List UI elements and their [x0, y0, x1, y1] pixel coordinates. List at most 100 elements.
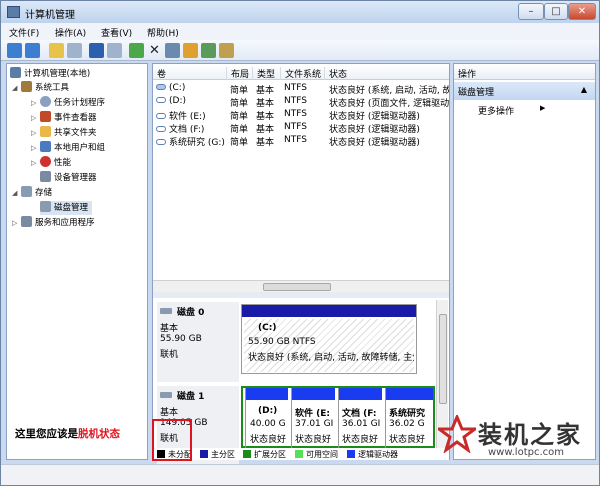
pane-splitter[interactable] [153, 292, 449, 298]
logical-drive-bar [339, 388, 382, 400]
tree-storage[interactable]: 存储 [21, 186, 52, 200]
horizontal-scrollbar[interactable] [153, 280, 449, 292]
device-manager-icon [40, 171, 51, 182]
tree-shared-folders[interactable]: 共享文件夹 [40, 126, 97, 140]
close-button[interactable]: ✕ [568, 3, 596, 20]
volume-row[interactable]: 系统研究 (G:) 简单 基本 NTFS 状态良好 (逻辑驱动器) [153, 134, 449, 148]
volume-row[interactable]: 软件 (E:) 简单 基本 NTFS 状态良好 (逻辑驱动器) [153, 108, 449, 122]
volume-row[interactable]: (C:) 简单 基本 NTFS 状态良好 (系统, 启动, 活动, 故 [153, 82, 449, 96]
help-icon[interactable] [89, 43, 104, 58]
tree-event-viewer[interactable]: 事件查看器 [40, 111, 97, 125]
volume-icon [156, 113, 166, 119]
show-tree-icon[interactable] [67, 43, 82, 58]
search-icon[interactable] [201, 43, 216, 58]
column-filesystem[interactable]: 文件系统 [281, 67, 325, 80]
computer-icon [10, 67, 21, 78]
legend-swatch [295, 450, 303, 458]
tree-system-tools[interactable]: 系统工具 [21, 81, 69, 95]
legend-swatch [243, 450, 251, 458]
disk-management-pane: 卷 布局 类型 文件系统 状态 (C:) 简单 基本 NTFS 状态良好 (系统… [152, 63, 450, 466]
maximize-button[interactable]: □ [544, 3, 568, 20]
partition-f[interactable]: 文档 (F: 36.01 GI 状态良好 [338, 388, 382, 448]
column-status[interactable]: 状态 [325, 67, 449, 80]
disk-icon [160, 392, 172, 398]
menu-bar: 文件(F) 操作(A) 查看(V) 帮助(H) [1, 23, 599, 40]
properties-icon[interactable] [107, 43, 122, 58]
logical-drive-bar [246, 388, 288, 400]
menu-view[interactable]: 查看(V) [101, 26, 132, 39]
users-icon [40, 141, 51, 152]
tree-performance[interactable]: 性能 [40, 156, 71, 170]
performance-icon [40, 156, 51, 167]
expand-arrow-icon[interactable]: ▷ [12, 219, 17, 227]
disk-icon [40, 201, 51, 212]
volume-table-header: 卷 布局 类型 文件系统 状态 [153, 64, 449, 80]
forward-icon[interactable] [25, 43, 40, 58]
star-logo-icon [438, 415, 476, 453]
tree-task-scheduler[interactable]: 任务计划程序 [40, 96, 105, 110]
disk-1-extended-partition: (D:) 40.00 G 状态良好 软件 (E: 37.01 GI 状态良好 文… [241, 386, 435, 448]
expand-arrow-icon[interactable]: ▷ [31, 129, 36, 137]
clock-icon [40, 96, 51, 107]
volume-row[interactable]: 文档 (F:) 简单 基本 NTFS 状态良好 (逻辑驱动器) [153, 121, 449, 135]
primary-partition-bar [242, 305, 416, 317]
tree-device-manager[interactable]: 设备管理器 [40, 171, 97, 185]
expand-arrow-icon[interactable]: ▷ [31, 144, 36, 152]
partition-legend: 未分配 主分区 扩展分区 可用空间 逻辑驱动器 [153, 448, 449, 460]
expand-arrow-icon[interactable]: ▷ [31, 114, 36, 122]
annotation-text: 这里您应该是脱机状态 [15, 428, 120, 440]
partition-c[interactable]: (C:) 55.90 GB NTFS 状态良好 (系统, 启动, 活动, 故障转… [244, 319, 414, 372]
delete-icon[interactable]: ✕ [147, 43, 162, 58]
menu-file[interactable]: 文件(F) [9, 26, 39, 39]
more-actions-link[interactable]: 更多操作 ▶ [478, 104, 545, 117]
watermark: 装机之家 www.lotpc.com [438, 411, 598, 466]
actions-pane: 操作 磁盘管理 ▲ 更多操作 ▶ [453, 63, 596, 460]
computer-management-icon [7, 6, 20, 18]
open-folder-icon[interactable] [183, 43, 198, 58]
settings-icon[interactable] [219, 43, 234, 58]
menu-action[interactable]: 操作(A) [55, 26, 86, 39]
logical-drive-bar [386, 388, 433, 400]
shared-folder-icon [40, 126, 51, 137]
collapse-arrow-icon[interactable]: ▲ [581, 85, 587, 94]
column-volume[interactable]: 卷 [153, 67, 227, 80]
disk-0-label[interactable]: 磁盘 0 基本 55.90 GB 联机 [157, 302, 239, 382]
legend-swatch [347, 450, 355, 458]
refresh-icon[interactable] [129, 43, 144, 58]
scrollbar-thumb[interactable] [263, 283, 331, 291]
column-type[interactable]: 类型 [253, 67, 281, 80]
expand-arrow-icon[interactable]: ▷ [31, 99, 36, 107]
annotation-highlight-box [152, 419, 192, 461]
expand-arrow-icon[interactable]: ▷ [31, 159, 36, 167]
submenu-arrow-icon: ▶ [540, 104, 546, 112]
navigation-tree: 计算机管理(本地) ◢ 系统工具 ▷ 任务计划程序 ▷ 事件查看器 ▷ 共享文件… [6, 63, 148, 460]
partition-e[interactable]: 软件 (E: 37.01 GI 状态良好 [291, 388, 335, 448]
title-bar: 计算机管理 – □ ✕ [1, 1, 599, 23]
expand-arrow-icon[interactable]: ◢ [12, 189, 17, 197]
volume-row[interactable]: (D:) 简单 基本 NTFS 状态良好 (页面文件, 逻辑驱动器 [153, 95, 449, 109]
minimize-button[interactable]: – [518, 3, 544, 20]
tree-root[interactable]: 计算机管理(本地) [10, 67, 90, 81]
tools-icon [21, 81, 32, 92]
legend-swatch [200, 450, 208, 458]
partition-g[interactable]: 系统研究 36.02 G 状态良好 [385, 388, 433, 448]
partition-d[interactable]: (D:) 40.00 G 状态良好 [245, 388, 288, 448]
tree-disk-management[interactable]: 磁盘管理 [40, 201, 93, 215]
disk-icon [160, 308, 172, 314]
actions-header: 操作 [454, 64, 595, 80]
tree-local-users[interactable]: 本地用户和组 [40, 141, 105, 155]
volume-icon [156, 97, 166, 103]
properties2-icon[interactable] [165, 43, 180, 58]
status-bar [1, 464, 599, 485]
volume-icon [156, 84, 166, 90]
column-layout[interactable]: 布局 [227, 67, 253, 80]
expand-arrow-icon[interactable]: ◢ [12, 84, 17, 92]
actions-disk-management[interactable]: 磁盘管理 ▲ [454, 82, 595, 100]
event-viewer-icon [40, 111, 51, 122]
up-folder-icon[interactable] [49, 43, 64, 58]
menu-help[interactable]: 帮助(H) [147, 26, 179, 39]
tree-services-apps[interactable]: 服务和应用程序 [21, 216, 95, 230]
storage-icon [21, 186, 32, 197]
back-icon[interactable] [7, 43, 22, 58]
scrollbar-thumb[interactable] [439, 314, 447, 404]
